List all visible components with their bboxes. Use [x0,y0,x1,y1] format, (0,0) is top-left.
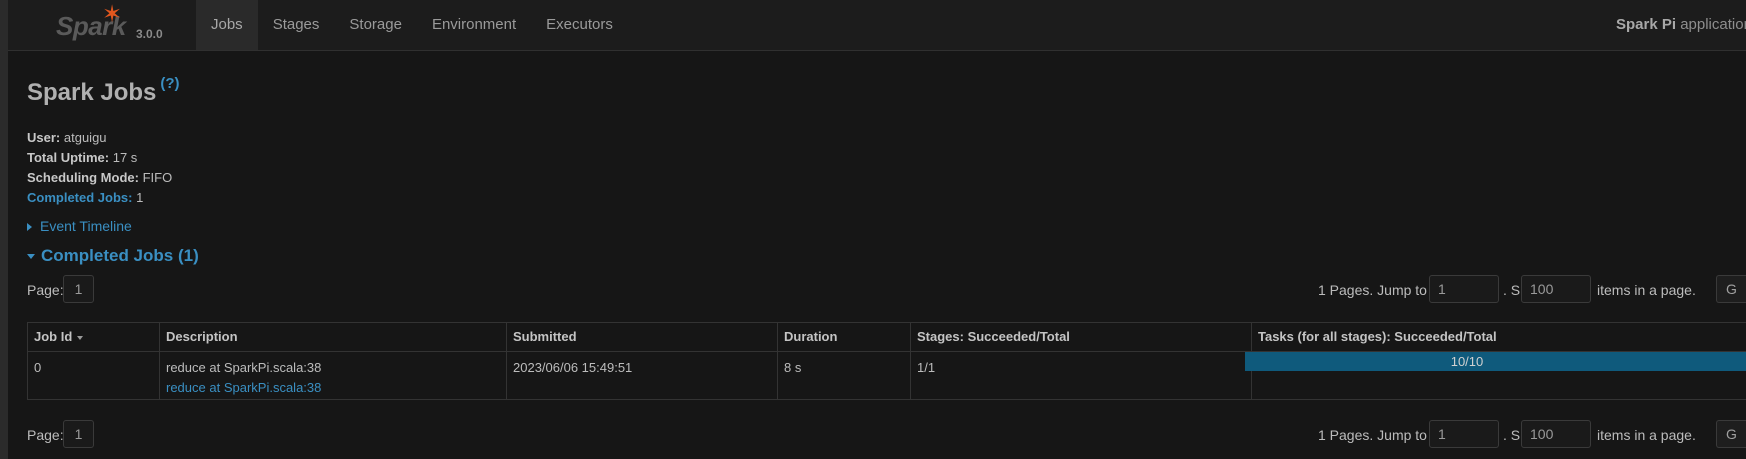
user-label: User: [27,130,61,145]
tab-stages[interactable]: Stages [258,0,335,50]
tab-environment[interactable]: Environment [417,0,531,50]
items-text-top: items in a page. [1597,282,1696,298]
nav-tabs: Jobs Stages Storage Environment Executor… [196,0,628,50]
completed-value: 1 [136,190,144,205]
summary-uptime: Total Uptime: 17 s [27,148,172,168]
header-job-id-label: Job Id [34,329,73,344]
user-value: atguigu [63,130,107,145]
header-job-id[interactable]: Job Id [28,323,160,351]
page-label-bottom: Page: [27,427,64,443]
page-size-input-bottom[interactable] [1521,420,1591,448]
event-timeline-toggle[interactable]: Event Timeline [27,218,132,234]
completed-jobs-heading: Completed Jobs (1) [41,246,199,265]
cell-submitted: 2023/06/06 15:49:51 [507,352,778,400]
go-button-top[interactable]: G [1716,275,1746,303]
tab-executors[interactable]: Executors [531,0,628,50]
tasks-progress-label: 10/10 [1450,354,1484,369]
pages-text-top: 1 Pages. Jump to [1318,282,1427,298]
header-stages[interactable]: Stages: Succeeded/Total [911,323,1252,351]
app-suffix: application [1676,16,1746,33]
uptime-label: Total Uptime: [27,150,110,165]
job-summary: User: atguigu Total Uptime: 17 s Schedul… [27,128,172,208]
cell-duration: 8 s [778,352,911,400]
summary-mode: Scheduling Mode: FIFO [27,168,172,188]
header-description[interactable]: Description [160,323,507,351]
spark-star-icon: ✶ [102,1,123,28]
page-number-top[interactable]: 1 [63,275,94,303]
jump-to-input-bottom[interactable] [1429,420,1499,448]
expand-arrow-icon [27,223,32,232]
brand-version: 3.0.0 [136,27,163,41]
jump-to-input-top[interactable] [1429,275,1499,303]
header-tasks[interactable]: Tasks (for all stages): Succeeded/Total [1252,323,1746,351]
description-text: reduce at SparkPi.scala:38 [166,360,322,375]
mode-label: Scheduling Mode: [27,170,139,185]
page-size-input-top[interactable] [1521,275,1591,303]
items-text-bottom: items in a page. [1597,427,1696,443]
cell-job-id: 0 [28,352,160,400]
spark-logo[interactable]: Spark ✶ 3.0.0 [44,0,174,50]
sort-desc-icon [77,335,84,340]
tab-storage[interactable]: Storage [334,0,417,50]
page-label-top: Page: [27,282,64,298]
page-title-text: Spark Jobs [27,79,157,106]
cell-description: reduce at SparkPi.scala:38 reduce at Spa… [160,352,507,400]
top-navbar: Spark ✶ 3.0.0 Jobs Stages Storage Enviro… [8,0,1746,51]
description-link[interactable]: reduce at SparkPi.scala:38 [166,380,321,395]
help-link[interactable]: (?) [160,75,179,92]
completed-jobs-toggle[interactable]: Completed Jobs (1) [27,246,199,266]
completed-label[interactable]: Completed Jobs: [27,190,132,205]
go-button-bottom[interactable]: G [1716,420,1746,448]
app-name: Spark Pi [1616,16,1677,33]
header-submitted[interactable]: Submitted [507,323,778,351]
collapse-arrow-icon [27,254,35,260]
pages-text-bottom: 1 Pages. Jump to [1318,427,1427,443]
page-number-bottom[interactable]: 1 [63,420,94,448]
tab-jobs[interactable]: Jobs [196,0,258,50]
mode-value: FIFO [142,170,173,185]
page-title: Spark Jobs (?) [27,75,180,107]
window-edge [0,0,8,459]
event-timeline-label: Event Timeline [40,218,132,234]
app-title: Spark Pi application [1616,0,1746,50]
cell-stages: 1/1 [911,352,1252,400]
uptime-value: 17 s [112,150,138,165]
header-duration[interactable]: Duration [778,323,911,351]
summary-completed[interactable]: Completed Jobs: 1 [27,188,172,208]
summary-user: User: atguigu [27,128,172,148]
